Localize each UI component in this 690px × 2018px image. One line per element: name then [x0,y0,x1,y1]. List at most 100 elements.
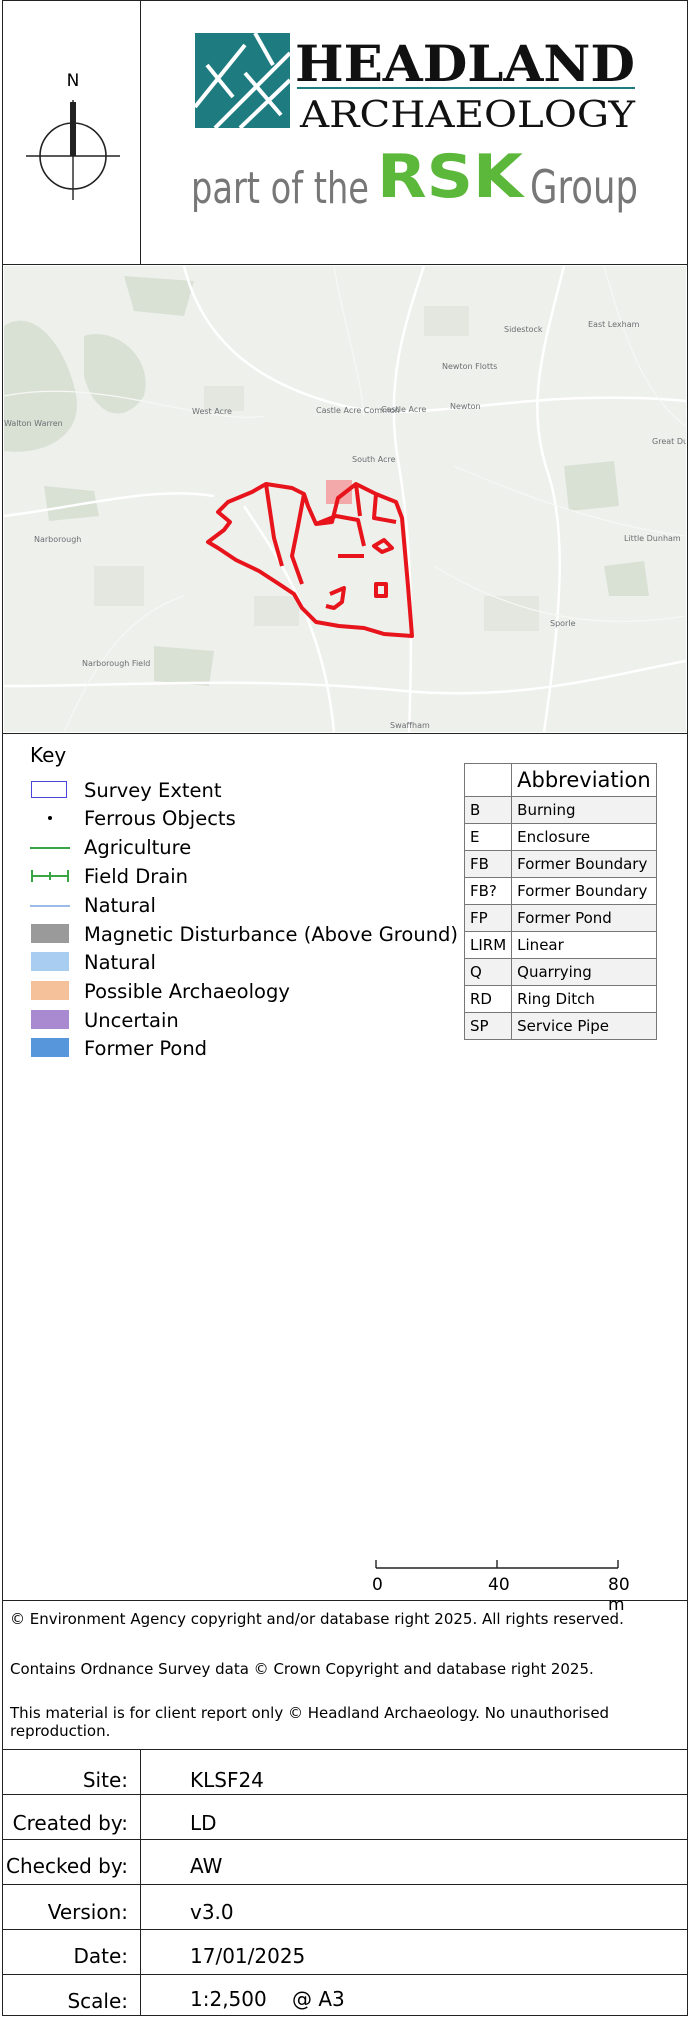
logo-part-of: part of the [191,163,369,214]
info-rule-1 [2,1794,688,1795]
abbr-desc: Quarrying [511,958,657,986]
survey-boundary [206,482,414,638]
site-value: KLSF24 [190,1768,264,1792]
key-item-natural-line: Natural [30,892,156,918]
abbr-code: RD [463,985,513,1013]
map-place-label: East Lexham [588,320,640,329]
table-row: FB? Former Boundary [463,877,657,905]
magnetic-disturbance-swatch [30,924,70,944]
abbr-code: LIRM [463,931,513,959]
copyright-headland: This material is for client report only … [10,1704,610,1740]
abbr-desc: Former Pond [511,904,657,932]
table-row: LIRM Linear [463,931,657,959]
table-row: E Enclosure [463,823,657,851]
map-place-label: Castle Acre [381,405,426,414]
table-row: FB Former Boundary [463,850,657,878]
site-label: Site: [82,1768,128,1792]
scale-label-mid: 40 [488,1575,510,1595]
header-bottom-rule [2,264,688,265]
company-logo: HEADLAND ARCHAEOLOGY part of the RSK Gro… [185,25,645,225]
created-by-label: Created by: [12,1811,128,1835]
abbr-desc: Former Boundary [511,850,657,878]
abbreviation-table: Abbreviation B Burning E Enclosure FB Forme… [463,763,657,1040]
abbr-desc: Enclosure [511,823,657,851]
abbr-header-blank [463,763,513,797]
map-place-label: Newton [450,402,481,411]
former-pond-swatch [30,1038,70,1058]
map-place-label: Narborough [34,535,81,544]
created-by-value: LD [190,1811,217,1835]
natural-line-swatch [30,895,70,915]
abbr-code: SP [463,1012,513,1040]
abbr-code: E [463,823,513,851]
map-place-label: West Acre [192,407,232,416]
map-place-label: Walton Warren [4,419,63,428]
key-item-uncertain: Uncertain [30,1007,179,1033]
copyright-environment-agency: © Environment Agency copyright and/or da… [10,1610,624,1628]
abbr-header: Abbreviation [511,763,657,797]
scale-value: 1:2,500 [190,1987,267,2011]
key-item-label: Magnetic Disturbance (Above Ground) [84,922,459,946]
agriculture-line-swatch [30,837,70,857]
version-label: Version: [47,1900,128,1924]
key-item-label: Natural [84,893,156,917]
key-item-field-drain: Field Drain [30,863,188,889]
checked-by-label: Checked by: [6,1854,128,1878]
map-place-label: Swaffham [390,721,430,730]
map-place-label: Great Du [652,437,686,446]
info-divider [140,1749,141,2016]
compass-icon: N [26,71,120,200]
table-row: FP Former Pond [463,904,657,932]
abbr-desc: Service Pipe [511,1012,657,1040]
compass-north-label: N [67,71,80,91]
info-rule-3 [2,1884,688,1885]
copyright-bottom-rule [2,1749,688,1750]
abbr-code: B [463,796,513,824]
date-label: Date: [73,1944,128,1968]
key-item-label: Uncertain [84,1008,179,1032]
header-divider [140,0,141,264]
version-value: v3.0 [190,1900,234,1924]
date-value: 17/01/2025 [190,1944,306,1968]
copyright-ordnance-survey: Contains Ordnance Survey data © Crown Co… [10,1660,594,1678]
abbr-code: Q [463,958,513,986]
map-place-label: Sporle [550,619,576,628]
key-item-former-pond: Former Pond [30,1035,207,1061]
table-row: SP Service Pipe [463,1012,657,1040]
logo-group-mark: RSK [377,142,526,212]
map-place-label: Sidestock [504,325,543,334]
info-rule-4 [2,1929,688,1930]
ferrous-dot-icon [30,808,70,828]
key-bottom-rule [2,1600,688,1601]
key-item-label: Ferrous Objects [84,806,236,830]
scale-label-end: 80 m [608,1575,630,1615]
abbr-desc: Linear [511,931,657,959]
abbr-code: FB? [463,877,513,905]
key-item-label: Possible Archaeology [84,979,290,1003]
key-item-survey-extent: Survey Extent [30,777,222,803]
info-rule-2 [2,1839,688,1840]
key-item-natural-area: Natural [30,949,156,975]
checked-by-value: AW [190,1854,223,1878]
table-row: RD Ring Ditch [463,985,657,1013]
possible-archaeology-swatch [30,981,70,1001]
key-item-possible-archaeology: Possible Archaeology [30,978,290,1004]
key-item-magnetic-disturbance: Magnetic Disturbance (Above Ground) [30,921,458,947]
key-item-agriculture: Agriculture [30,834,191,860]
natural-area-swatch [30,952,70,972]
map-bottom-rule [2,733,688,734]
map-place-label: Narborough Field [82,659,150,668]
abbr-desc: Former Boundary [511,877,657,905]
map-place-label: Newton Flotts [442,362,497,371]
abbr-desc: Burning [511,796,657,824]
abbr-code: FB [463,850,513,878]
logo-group-word: Group [530,160,638,214]
uncertain-swatch [30,1010,70,1030]
key-item-label: Former Pond [84,1036,208,1060]
key-title: Key [30,743,67,767]
table-row: Q Quarrying [463,958,657,986]
key-item-label: Natural [84,950,156,974]
scale-bar: 0 40 80 m [372,1558,642,1615]
scale-label: Scale: [67,1989,128,2013]
location-map[interactable]: Sidestock East Lexham Newton Flotts West… [4,266,686,732]
